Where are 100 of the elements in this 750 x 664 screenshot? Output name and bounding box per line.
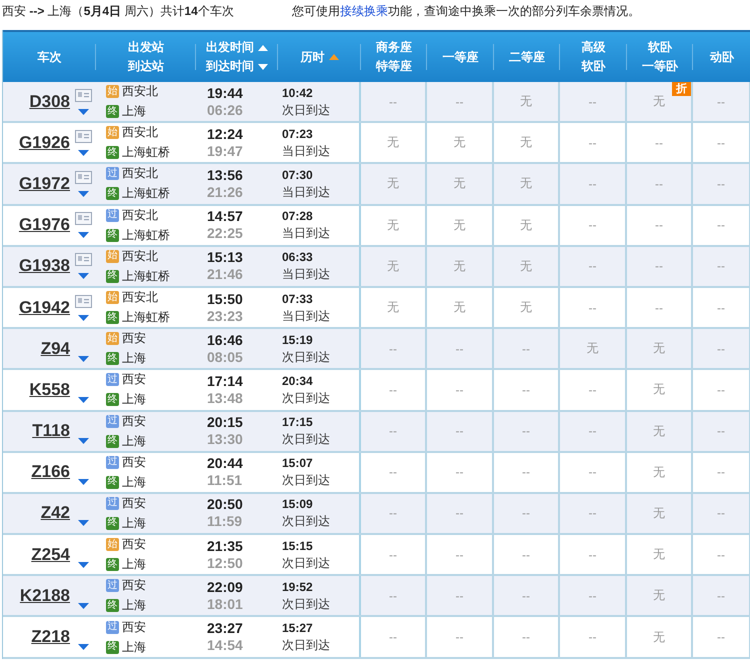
train-number[interactable]: Z218 [31, 627, 70, 648]
arrival-time: 14:54 [207, 637, 244, 654]
departure-time: 20:44 [207, 455, 244, 472]
column-header: 一等座 [442, 48, 478, 66]
train-number[interactable]: Z42 [40, 503, 70, 524]
seat-availability: 无 [520, 175, 532, 192]
seat-availability: -- [389, 424, 397, 438]
arrival-day: 次日到达 [282, 472, 359, 490]
seat-availability: 无 [454, 134, 466, 152]
station-name: 西安 [122, 618, 146, 636]
departure-time: 16:46 [207, 332, 244, 349]
station-badge: 始 [106, 332, 119, 346]
seat-availability: 无 [653, 464, 665, 481]
arrival-day: 次日到达 [282, 596, 359, 613]
travel-duration: 07:30 [282, 166, 314, 184]
column-header[interactable]: 到达时间 [206, 58, 254, 75]
sort-up-icon[interactable] [258, 44, 268, 52]
seat-availability: -- [717, 548, 725, 562]
seat-availability: -- [717, 465, 725, 480]
sort-down-icon[interactable] [258, 62, 268, 70]
transfer-link[interactable]: 接续换乘 [340, 4, 388, 18]
seat-availability: -- [655, 136, 663, 150]
id-card-icon[interactable] [74, 212, 92, 226]
column-header: 出发站 [128, 39, 164, 56]
departure-time: 19:44 [207, 84, 244, 102]
dropdown-caret-icon[interactable] [78, 602, 88, 609]
station-name: 上海虹桥 [122, 226, 170, 244]
seat-availability: -- [717, 424, 725, 438]
train-number[interactable]: G1926 [18, 132, 70, 153]
id-card-icon[interactable] [74, 253, 92, 266]
dropdown-caret-icon[interactable] [78, 232, 88, 238]
travel-duration: 07:28 [282, 208, 314, 226]
station-name: 上海虹桥 [122, 268, 170, 285]
station-name: 上海虹桥 [122, 309, 170, 326]
station-name: 西安 [122, 371, 146, 388]
travel-duration: 07:23 [282, 126, 314, 143]
seat-availability: -- [456, 588, 464, 603]
train-number[interactable]: G1972 [18, 174, 70, 194]
seat-availability: -- [588, 506, 596, 520]
dropdown-caret-icon[interactable] [78, 479, 88, 486]
train-number[interactable]: K2188 [20, 586, 70, 606]
seat-availability: -- [456, 465, 464, 480]
column-header: 到达站 [128, 58, 164, 75]
station-name: 上海 [122, 597, 146, 614]
dropdown-caret-icon[interactable] [78, 108, 88, 115]
arrival-time: 19:47 [207, 142, 244, 160]
arrival-time: 12:50 [207, 554, 244, 572]
id-card-icon[interactable] [74, 170, 92, 184]
train-number[interactable]: Z94 [40, 338, 70, 359]
departure-time: 20:50 [207, 496, 244, 514]
dropdown-caret-icon[interactable] [78, 520, 88, 526]
seat-availability: -- [522, 588, 530, 603]
train-number[interactable]: G1938 [18, 256, 70, 276]
seat-availability: -- [389, 382, 397, 397]
seat-availability: -- [717, 136, 725, 150]
arrival-day: 当日到达 [282, 266, 359, 284]
dropdown-caret-icon[interactable] [78, 562, 88, 568]
station-name: 上海虹桥 [122, 144, 170, 162]
travel-duration: 10:42 [282, 84, 314, 102]
dropdown-caret-icon[interactable] [78, 150, 88, 156]
arrival-time: 22:25 [207, 225, 244, 242]
train-number[interactable]: G1942 [18, 298, 70, 318]
seat-availability: -- [522, 548, 530, 562]
column-header: 特等座 [376, 58, 412, 75]
seat-availability: 无 [653, 628, 665, 646]
dropdown-caret-icon[interactable] [78, 644, 88, 650]
dropdown-caret-icon[interactable] [78, 438, 88, 444]
dropdown-caret-icon[interactable] [78, 314, 88, 321]
seat-availability: -- [456, 506, 464, 520]
station-badge: 过 [106, 620, 119, 634]
arrival-time: 13:30 [207, 431, 244, 448]
seat-availability: -- [456, 94, 464, 109]
seat-availability: -- [522, 342, 530, 356]
dropdown-caret-icon[interactable] [78, 356, 88, 362]
train-number[interactable]: D308 [29, 92, 70, 112]
arrival-day: 当日到达 [282, 308, 359, 325]
seat-availability: -- [588, 136, 596, 150]
id-card-icon[interactable] [74, 130, 92, 143]
station-name: 西安北 [122, 206, 158, 224]
station-badge: 过 [106, 414, 119, 428]
dropdown-caret-icon[interactable] [78, 273, 88, 280]
train-number[interactable]: G1976 [18, 215, 70, 236]
station-badge: 终 [106, 105, 119, 118]
arrival-day: 次日到达 [282, 390, 359, 407]
train-number[interactable]: Z166 [31, 462, 70, 482]
train-number[interactable]: T118 [32, 421, 70, 442]
dropdown-caret-icon[interactable] [78, 190, 88, 197]
travel-duration: 15:27 [282, 620, 314, 638]
station-name: 西安北 [122, 83, 158, 100]
departure-time: 21:35 [207, 538, 244, 555]
dropdown-caret-icon[interactable] [78, 396, 88, 403]
travel-duration: 15:07 [282, 455, 314, 472]
id-card-icon[interactable] [74, 294, 92, 308]
seat-availability: -- [456, 342, 464, 356]
train-number[interactable]: Z254 [31, 544, 70, 565]
station-badge: 过 [106, 456, 119, 469]
id-card-icon[interactable] [74, 88, 92, 102]
station-badge: 终 [106, 187, 119, 200]
seat-availability: -- [456, 548, 464, 562]
train-number[interactable]: K558 [29, 380, 70, 400]
